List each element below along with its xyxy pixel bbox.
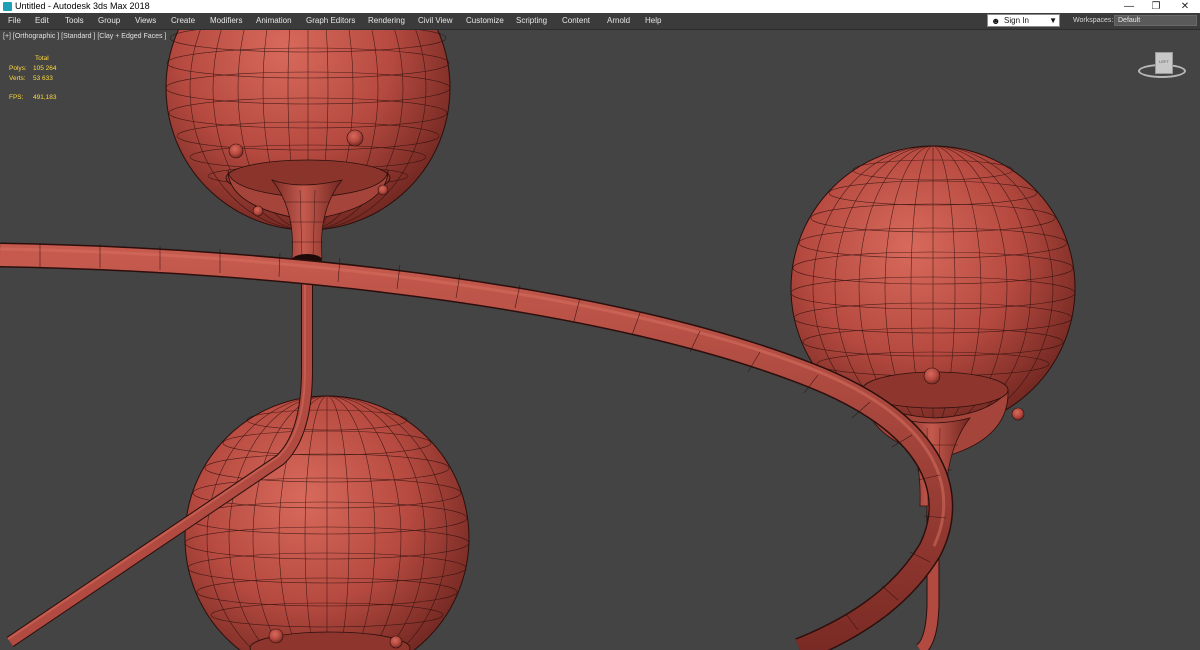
menu-scripting[interactable]: Scripting: [516, 13, 547, 29]
viewport-label-menu[interactable]: [+] [Orthographic ] [Standard ] [Clay + …: [3, 33, 166, 40]
viewcube-face[interactable]: LEFT: [1155, 52, 1173, 74]
polys-value: 105 264: [33, 65, 57, 72]
viewcube[interactable]: LEFT: [1134, 48, 1192, 88]
menu-help[interactable]: Help: [645, 13, 661, 29]
top-globe[interactable]: [165, 30, 451, 266]
user-icon: ☻: [991, 16, 1001, 26]
menu-edit[interactable]: Edit: [35, 13, 49, 29]
menu-arnold[interactable]: Arnold: [607, 13, 630, 29]
stats-header: Total: [35, 55, 49, 62]
menu-group[interactable]: Group: [98, 13, 120, 29]
restore-button[interactable]: ❐: [1143, 0, 1169, 13]
menu-animation[interactable]: Animation: [256, 13, 292, 29]
sign-in-dropdown[interactable]: ☻ Sign In ▼: [987, 14, 1060, 27]
window-title: Untitled - Autodesk 3ds Max 2018: [15, 1, 150, 11]
close-button[interactable]: ✕: [1172, 0, 1198, 13]
menu-tools[interactable]: Tools: [65, 13, 84, 29]
verts-label: Verts:: [9, 75, 26, 82]
workspaces-label: Workspaces:: [1073, 17, 1114, 24]
sign-in-label: Sign In: [1004, 16, 1029, 25]
menu-graph-editors[interactable]: Graph Editors: [306, 13, 355, 29]
menu-content[interactable]: Content: [562, 13, 590, 29]
menu-file[interactable]: File: [8, 13, 21, 29]
caret-down-icon: ▼: [1049, 16, 1057, 25]
verts-value: 53 633: [33, 75, 53, 82]
fps-value: 491,183: [33, 94, 57, 101]
minimize-button[interactable]: —: [1116, 0, 1142, 13]
polys-label: Polys:: [9, 65, 27, 72]
viewport-statistics: Total Polys: 105 264 Verts: 53 633 FPS: 491…: [9, 54, 57, 103]
title-bar: Untitled - Autodesk 3ds Max 2018 — ❐ ✕: [0, 0, 1200, 13]
viewcube-face-label: LEFT: [1159, 59, 1169, 64]
menu-civil-view[interactable]: Civil View: [418, 13, 453, 29]
app-logo-icon: [3, 2, 12, 11]
menu-rendering[interactable]: Rendering: [368, 13, 405, 29]
menu-create[interactable]: Create: [171, 13, 195, 29]
workspaces-select[interactable]: Default: [1114, 15, 1197, 26]
3d-scene-canvas[interactable]: [0, 30, 1200, 650]
fps-label: FPS:: [9, 94, 24, 101]
menu-modifiers[interactable]: Modifiers: [210, 13, 242, 29]
menu-customize[interactable]: Customize: [466, 13, 504, 29]
bottom-globe[interactable]: [184, 395, 470, 650]
menu-views[interactable]: Views: [135, 13, 156, 29]
viewport-orthographic[interactable]: [+] [Orthographic ] [Standard ] [Clay + …: [0, 30, 1200, 650]
